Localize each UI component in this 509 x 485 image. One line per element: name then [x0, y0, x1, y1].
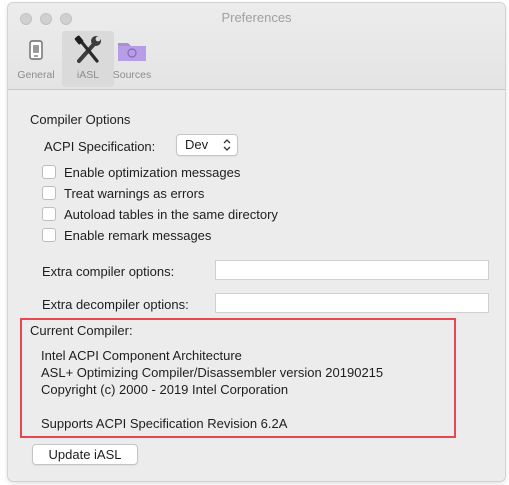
checkbox-label: Enable remark messages	[64, 227, 212, 243]
extra-compiler-options-label: Extra compiler options:	[42, 264, 175, 279]
acpi-spec-value: Dev	[185, 137, 209, 152]
up-down-arrows-icon	[222, 138, 232, 152]
compiler-options-heading: Compiler Options	[30, 112, 131, 127]
checkbox-label: Treat warnings as errors	[64, 185, 205, 201]
compiler-info-line: Intel ACPI Component Architecture	[41, 348, 242, 363]
enable-remark-messages-checkbox[interactable]	[42, 228, 56, 242]
enable-optimization-messages-option[interactable]: Enable optimization messages	[42, 163, 240, 181]
folder-icon	[115, 35, 149, 65]
toolbar-item-general[interactable]: General	[10, 31, 62, 87]
treat-warnings-as-errors-option[interactable]: Treat warnings as errors	[42, 184, 204, 202]
enable-optimization-messages-checkbox[interactable]	[42, 165, 56, 179]
compiler-info-line: Supports ACPI Specification Revision 6.2…	[41, 416, 288, 431]
update-iasl-button[interactable]: Update iASL	[32, 444, 138, 465]
enable-remark-messages-option[interactable]: Enable remark messages	[42, 226, 211, 244]
compiler-info-line: Copyright (c) 2000 - 2019 Intel Corporat…	[41, 382, 289, 397]
autoload-tables-checkbox[interactable]	[42, 207, 56, 221]
toolbar-item-sources[interactable]: Sources	[106, 31, 158, 87]
treat-warnings-as-errors-checkbox[interactable]	[42, 186, 56, 200]
acpi-spec-popup[interactable]: Dev	[176, 134, 238, 156]
preferences-window: Preferences General iASL Sources Compile…	[8, 3, 505, 481]
window-title: Preferences	[221, 10, 292, 25]
toolbar-label-general: General	[17, 69, 55, 81]
checkbox-label: Enable optimization messages	[64, 164, 241, 180]
extra-decompiler-options-label: Extra decompiler options:	[42, 297, 189, 312]
tools-icon	[71, 35, 105, 65]
iasl-preferences-pane: Compiler Options ACPI Specification: Dev…	[8, 90, 505, 481]
compiler-info-line: ASL+ Optimizing Compiler/Disassembler ve…	[41, 365, 384, 380]
toolbar-label-sources: Sources	[112, 69, 152, 81]
extra-decompiler-options-input[interactable]	[215, 293, 489, 313]
device-icon	[19, 35, 53, 65]
current-compiler-heading: Current Compiler:	[30, 323, 133, 338]
checkbox-label: Autoload tables in the same directory	[64, 206, 278, 222]
title-bar: Preferences General iASL Sources	[8, 3, 505, 90]
extra-compiler-options-input[interactable]	[215, 260, 489, 280]
autoload-tables-option[interactable]: Autoload tables in the same directory	[42, 205, 278, 223]
acpi-spec-label: ACPI Specification:	[44, 139, 156, 154]
